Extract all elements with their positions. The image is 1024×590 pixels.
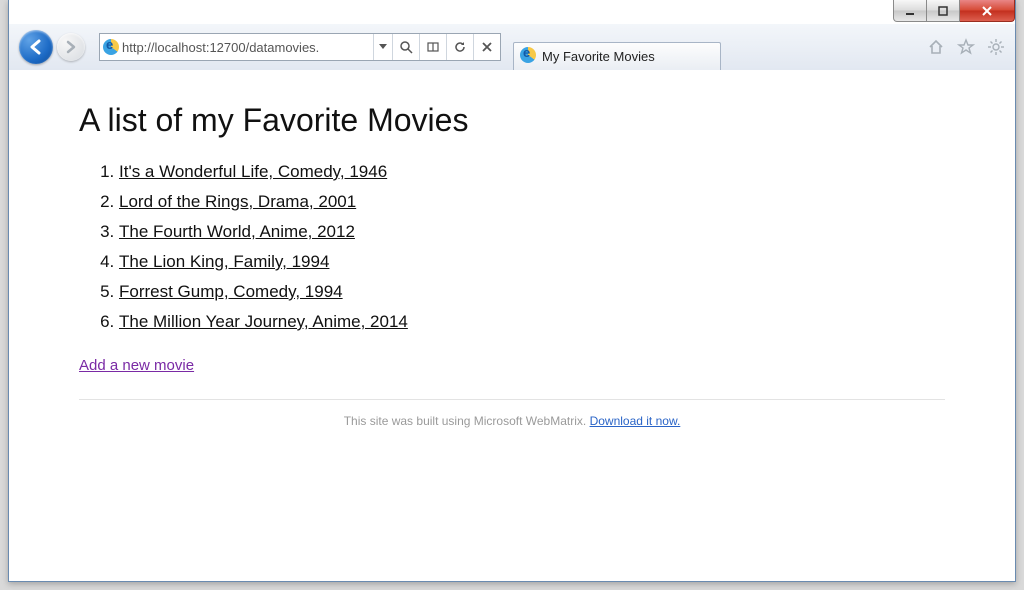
movie-link[interactable]: The Lion King, Family, 1994 [119, 252, 329, 271]
page-content: A list of my Favorite Movies It's a Wond… [9, 70, 1015, 581]
footer: This site was built using Microsoft WebM… [79, 414, 945, 428]
search-button[interactable] [392, 34, 419, 60]
url-input[interactable] [122, 40, 373, 55]
movie-link[interactable]: The Fourth World, Anime, 2012 [119, 222, 355, 241]
browser-window: My Favorite Movies A list of my Favorite… [8, 0, 1016, 582]
movie-link[interactable]: It's a Wonderful Life, Comedy, 1946 [119, 162, 387, 181]
url-dropdown-button[interactable] [373, 34, 392, 60]
nav-forward-button[interactable] [57, 33, 85, 61]
window-maximize-button[interactable] [927, 0, 960, 22]
movie-link[interactable]: Lord of the Rings, Drama, 2001 [119, 192, 356, 211]
footer-text: This site was built using Microsoft WebM… [344, 414, 590, 428]
movie-link[interactable]: Forrest Gump, Comedy, 1994 [119, 282, 343, 301]
footer-download-link[interactable]: Download it now. [590, 414, 681, 428]
add-movie-link[interactable]: Add a new movie [79, 357, 194, 374]
browser-toolbar: My Favorite Movies [9, 24, 1015, 71]
window-minimize-button[interactable] [893, 0, 927, 22]
tab-title: My Favorite Movies [542, 49, 655, 64]
home-button[interactable] [923, 34, 949, 60]
ie-icon [100, 39, 122, 55]
address-bar[interactable] [99, 33, 501, 61]
list-item: The Million Year Journey, Anime, 2014 [119, 307, 945, 337]
list-item: Lord of the Rings, Drama, 2001 [119, 187, 945, 217]
footer-divider [79, 399, 945, 400]
movie-list: It's a Wonderful Life, Comedy, 1946 Lord… [79, 157, 945, 337]
list-item: Forrest Gump, Comedy, 1994 [119, 277, 945, 307]
favorites-button[interactable] [953, 34, 979, 60]
compat-view-button[interactable] [419, 34, 446, 60]
window-controls [893, 0, 1015, 23]
browser-tab[interactable]: My Favorite Movies [513, 42, 721, 71]
nav-back-button[interactable] [19, 30, 53, 64]
stop-button[interactable] [473, 34, 500, 60]
refresh-button[interactable] [446, 34, 473, 60]
list-item: The Lion King, Family, 1994 [119, 247, 945, 277]
page-title: A list of my Favorite Movies [79, 102, 945, 139]
window-close-button[interactable] [960, 0, 1015, 22]
tools-button[interactable] [983, 34, 1009, 60]
ie-icon [520, 47, 536, 66]
list-item: It's a Wonderful Life, Comedy, 1946 [119, 157, 945, 187]
list-item: The Fourth World, Anime, 2012 [119, 217, 945, 247]
movie-link[interactable]: The Million Year Journey, Anime, 2014 [119, 312, 408, 331]
